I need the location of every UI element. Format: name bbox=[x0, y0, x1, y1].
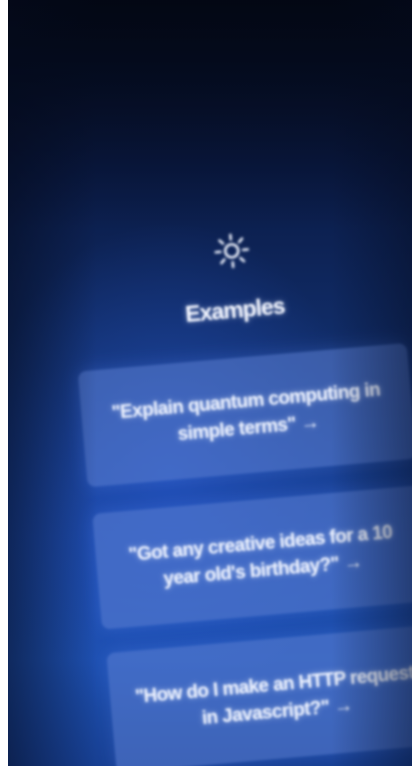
screen-content: Examples "Explain quantum computing in s… bbox=[8, 0, 412, 766]
example-prompt-text: "Got any creative ideas for a 10 year ol… bbox=[127, 521, 393, 590]
sun-icon bbox=[214, 233, 249, 269]
example-prompt-card[interactable]: "How do I make an HTTP request in Javasc… bbox=[106, 624, 412, 766]
examples-heading: Examples bbox=[184, 292, 286, 328]
photo-frame: Examples "Explain quantum computing in s… bbox=[8, 0, 412, 766]
example-prompt-text: "Explain quantum computing in simple ter… bbox=[110, 379, 381, 446]
example-prompt-card[interactable]: "Got any creative ideas for a 10 year ol… bbox=[92, 485, 412, 630]
example-prompt-text: "How do I make an HTTP request in Javasc… bbox=[134, 662, 412, 730]
example-prompt-card[interactable]: "Explain quantum computing in simple ter… bbox=[77, 342, 412, 488]
